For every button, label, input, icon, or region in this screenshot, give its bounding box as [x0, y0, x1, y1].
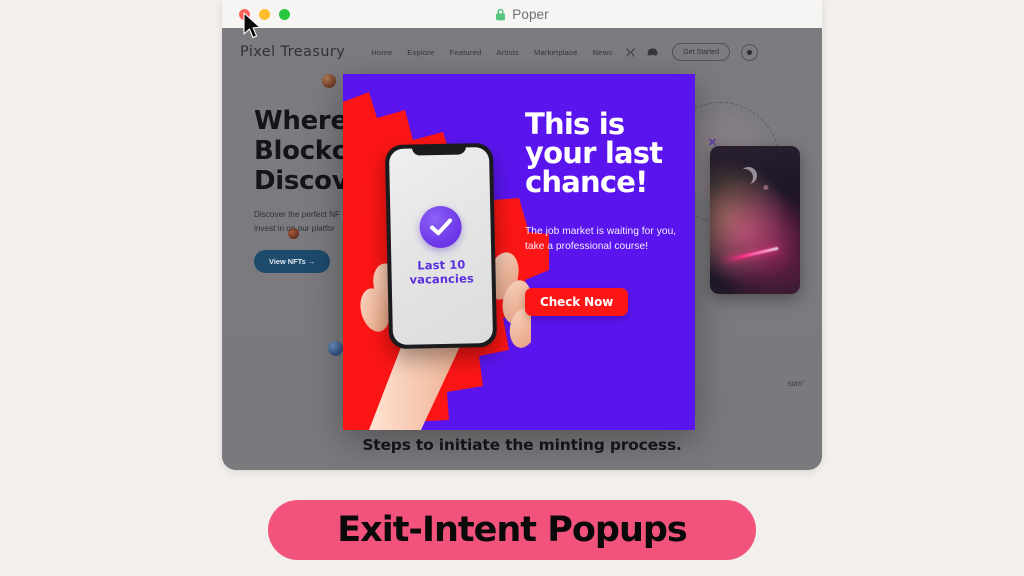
view-nfts-button[interactable]: View NFTs → — [254, 249, 331, 273]
phone-mockup: Last 10 vacancies — [384, 142, 498, 350]
nav-item-explore[interactable]: Explore — [407, 48, 434, 57]
site-logo[interactable]: Pixel Treasury — [240, 44, 345, 60]
discord-icon[interactable] — [647, 48, 658, 56]
popup-body-text: The job market is waiting for you, take … — [525, 226, 677, 252]
x-twitter-icon[interactable] — [626, 47, 636, 57]
nav-links: Home Explore Featured Artists Marketplac… — [371, 48, 612, 57]
popup-content: This is your last chance! The job market… — [525, 110, 685, 316]
theme-toggle-icon — [747, 49, 753, 55]
hero-paragraph-line-2: invest in on our platfor — [254, 224, 335, 233]
get-started-button[interactable]: Get Started — [672, 43, 731, 61]
page-bottom-caption: Steps to initiate the minting process. — [362, 436, 682, 454]
checkmark-icon — [429, 218, 452, 236]
browser-window: Poper Pixel Treasury Home Explore Featur… — [222, 0, 822, 470]
nav-item-home[interactable]: Home — [371, 48, 392, 57]
decor-sphere-top — [322, 74, 336, 88]
phone-notch — [411, 143, 467, 156]
lorem-text-fragment: sum' — [787, 379, 804, 388]
browser-titlebar: Poper — [222, 0, 822, 28]
artwork-moon — [740, 167, 757, 184]
nav-item-marketplace[interactable]: Marketplace — [534, 48, 578, 57]
theme-toggle-button[interactable] — [741, 43, 759, 61]
nav-item-featured[interactable]: Featured — [449, 48, 481, 57]
caption-banner: Exit-Intent Popups — [268, 500, 756, 560]
screenshot-stage: Poper Pixel Treasury Home Explore Featur… — [0, 0, 1024, 576]
window-title: Poper — [512, 6, 549, 22]
decor-sphere-bottom — [328, 341, 343, 356]
nav-item-artists[interactable]: Artists — [496, 48, 519, 57]
hero-paragraph-line-1: Discover the perfect NF — [254, 210, 340, 220]
phone-offer-text: Last 10 vacancies — [409, 257, 474, 287]
page-viewport: Pixel Treasury Home Explore Featured Art… — [222, 28, 822, 470]
nav-item-news[interactable]: News — [593, 48, 613, 57]
nft-artwork-card[interactable] — [710, 146, 800, 294]
window-title-group: Poper — [222, 0, 822, 28]
caption-banner-text: Exit-Intent Popups — [337, 510, 688, 550]
site-navbar: Pixel Treasury Home Explore Featured Art… — [222, 36, 822, 68]
check-circle-icon — [419, 205, 463, 249]
mouse-pointer-icon — [243, 12, 261, 39]
phone-screen: Last 10 vacancies — [388, 146, 494, 346]
lock-icon — [496, 8, 506, 20]
artwork-light-beam — [722, 246, 779, 262]
popup-headline: This is your last chance! — [525, 107, 663, 199]
nav-social-icons — [626, 47, 658, 57]
exit-intent-popup[interactable]: Last 10 vacancies This is your last chan… — [343, 74, 695, 430]
check-now-button[interactable]: Check Now — [525, 287, 629, 316]
